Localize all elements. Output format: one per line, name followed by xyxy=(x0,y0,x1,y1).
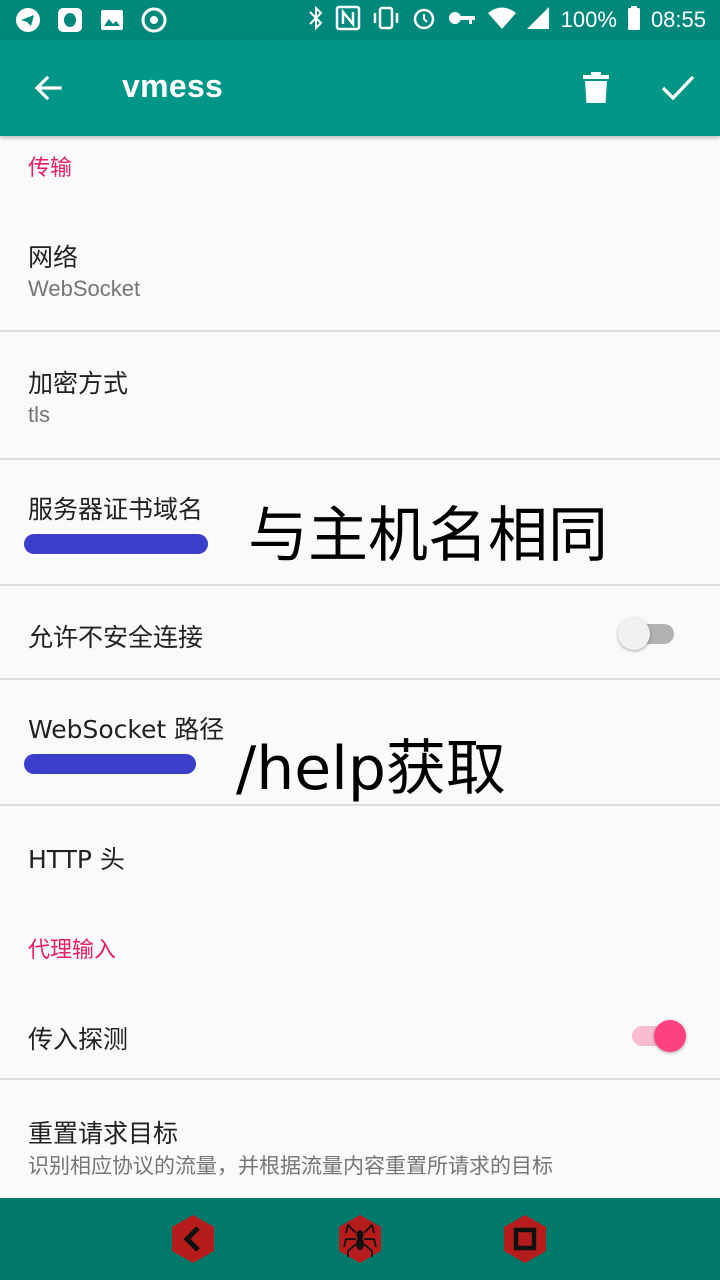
switch-thumb xyxy=(654,1020,686,1052)
setting-sniffing-label: 传入探测 xyxy=(28,1025,129,1054)
back-hex-icon xyxy=(172,1215,214,1263)
redaction-scribble xyxy=(24,534,208,554)
nav-overview-button[interactable] xyxy=(498,1212,552,1266)
arrow-back-icon xyxy=(34,75,62,101)
wifi-icon xyxy=(487,5,517,36)
setting-network-label: 网络 xyxy=(28,243,79,272)
settings-list[interactable]: 传输 网络 WebSocket 加密方式 tls 服务器证书域名 与主机名相同 … xyxy=(0,136,720,1198)
check-icon xyxy=(661,75,695,101)
battery-icon xyxy=(627,5,641,36)
setting-sni-label: 服务器证书域名 xyxy=(28,495,204,524)
telegram-icon xyxy=(14,6,42,34)
nfc-icon xyxy=(335,5,361,36)
trash-icon xyxy=(583,72,609,103)
key-icon xyxy=(447,5,477,36)
spider-hex-icon xyxy=(339,1215,381,1263)
setting-http-headers[interactable]: HTTP 头 xyxy=(0,806,720,902)
setting-ws-path-label: WebSocket 路径 xyxy=(28,715,225,744)
vibrate-icon xyxy=(371,5,401,36)
status-right-icons: 100% 08:55 xyxy=(307,0,706,40)
sniffing-switch[interactable] xyxy=(630,1014,686,1054)
status-left-icons xyxy=(14,6,168,34)
setting-sniffing[interactable]: 传入探测 xyxy=(0,986,720,1078)
section-header-transport: 传输 xyxy=(28,156,73,181)
switch-thumb xyxy=(618,618,650,650)
setting-security-value: tls xyxy=(28,402,50,427)
section-header-proxy-input: 代理输入 xyxy=(28,938,117,963)
setting-network[interactable]: 网络 WebSocket xyxy=(0,196,720,330)
nav-back-button[interactable] xyxy=(166,1212,220,1266)
setting-sni[interactable]: 服务器证书域名 与主机名相同 xyxy=(0,460,720,584)
bluetooth-icon xyxy=(307,5,325,36)
alarm-icon xyxy=(411,5,437,36)
navigation-bar xyxy=(0,1198,720,1280)
signal-icon xyxy=(526,5,551,36)
nav-home-button[interactable] xyxy=(333,1212,387,1266)
page-title: vmess xyxy=(122,68,224,104)
setting-ws-path[interactable]: WebSocket 路径 /help获取 xyxy=(0,680,720,804)
setting-security-label: 加密方式 xyxy=(28,369,129,398)
setting-allow-insecure-label: 允许不安全连接 xyxy=(28,623,204,652)
redaction-scribble xyxy=(24,754,196,774)
battery-percent: 100% xyxy=(560,7,617,32)
image-icon xyxy=(98,6,126,34)
setting-http-headers-label: HTTP 头 xyxy=(28,845,125,874)
sni-annotation: 与主机名相同 xyxy=(248,501,608,571)
setting-reset-target[interactable]: 重置请求目标 识别相应协议的流量，并根据流量内容重置所请求的目标 xyxy=(0,1080,720,1198)
clock: 08:55 xyxy=(650,7,706,32)
app-bar: vmess xyxy=(0,40,720,136)
save-button[interactable] xyxy=(654,64,702,112)
setting-security[interactable]: 加密方式 tls xyxy=(0,332,720,458)
setting-reset-target-label: 重置请求目标 xyxy=(28,1119,179,1148)
setting-network-value: WebSocket xyxy=(28,276,141,301)
aperture-icon xyxy=(140,6,168,34)
delete-button[interactable] xyxy=(572,64,620,112)
qq-icon xyxy=(56,6,84,34)
stop-hex-icon xyxy=(504,1215,546,1263)
allow-insecure-switch[interactable] xyxy=(618,612,676,652)
path-annotation: /help获取 xyxy=(236,734,506,804)
setting-allow-insecure[interactable]: 允许不安全连接 xyxy=(0,586,720,678)
setting-reset-target-summary: 识别相应协议的流量，并根据流量内容重置所请求的目标 xyxy=(28,1154,553,1178)
status-bar: 100% 08:55 xyxy=(0,0,720,40)
back-button[interactable] xyxy=(24,64,72,112)
